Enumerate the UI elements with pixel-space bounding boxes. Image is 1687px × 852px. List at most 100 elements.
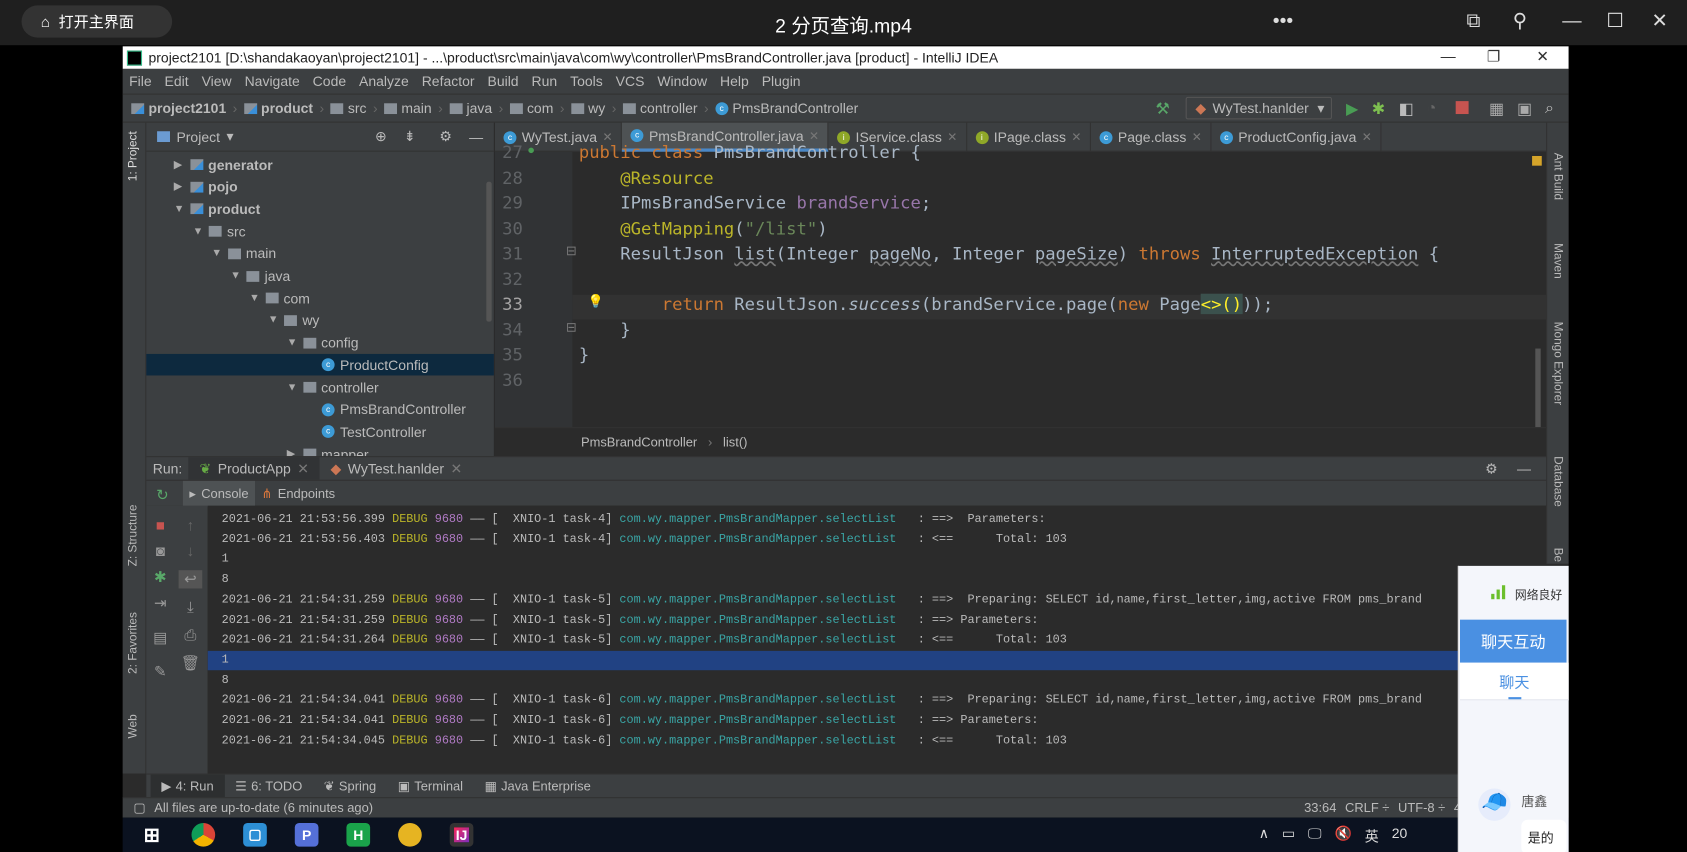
- debug-icon[interactable]: ✱: [1372, 99, 1386, 118]
- tree-item-controller[interactable]: ▼ controller: [146, 377, 494, 399]
- editor-scrollbar[interactable]: [1535, 348, 1541, 435]
- project-view-select[interactable]: Project: [176, 129, 220, 145]
- breadcrumb-item[interactable]: java: [449, 100, 492, 116]
- up-icon[interactable]: ↑: [179, 516, 203, 533]
- close-icon[interactable]: ✕: [1192, 130, 1202, 144]
- code-line[interactable]: public class PmsBrandController {: [579, 142, 921, 162]
- clear-icon[interactable]: 🗑: [179, 654, 203, 672]
- maven-tool-button[interactable]: Maven: [1551, 243, 1564, 279]
- console-output[interactable]: 2021-06-21 21:53:56.399 DEBUG 9680 —— [ …: [207, 505, 1547, 774]
- tool-java-enterprise[interactable]: ▦ Java Enterprise: [474, 774, 602, 798]
- code-line[interactable]: IPmsBrandService brandService;: [579, 193, 931, 213]
- volume-mute-icon[interactable]: 🔇: [1334, 825, 1351, 845]
- menu-code[interactable]: Code: [313, 73, 346, 89]
- bean-gutter-icon[interactable]: ●: [527, 142, 535, 157]
- caret-position[interactable]: 33:64: [1304, 800, 1336, 815]
- locate-icon[interactable]: ⊕: [375, 128, 387, 145]
- scroll-to-end-icon[interactable]: ⤓: [179, 598, 203, 616]
- exit-icon[interactable]: ⇥: [148, 594, 172, 612]
- run-tab-productapp[interactable]: ❦ ProductApp ✕: [188, 456, 320, 481]
- window-close-button[interactable]: ✕: [1536, 47, 1549, 65]
- hide-icon[interactable]: —: [1517, 460, 1531, 476]
- log-line[interactable]: 2021-06-21 21:54:34.041 DEBUG 9680 —— [ …: [222, 691, 1422, 710]
- log-line[interactable]: 2021-06-21 21:54:31.259 DEBUG 9680 —— [ …: [222, 590, 1422, 609]
- menu-run[interactable]: Run: [532, 73, 558, 89]
- intellij-taskbar-icon[interactable]: IJ: [449, 822, 474, 847]
- chat-app-icon[interactable]: [398, 822, 422, 847]
- down-icon[interactable]: ↓: [179, 542, 203, 559]
- pin-icon[interactable]: ⚲: [1513, 10, 1527, 33]
- tool--todo[interactable]: ☰ 6: TODO: [224, 774, 313, 798]
- menu-view[interactable]: View: [202, 73, 232, 89]
- log-line[interactable]: 1: [222, 550, 229, 569]
- breadcrumb-item[interactable]: com: [509, 100, 553, 116]
- tab-ipage-class[interactable]: i IPage.class ✕: [967, 122, 1092, 152]
- tree-item-productconfig[interactable]: c ProductConfig: [146, 354, 494, 376]
- tree-item-pojo[interactable]: ▶ pojo: [146, 176, 494, 198]
- tree-item-generator[interactable]: ▶ generator: [146, 154, 494, 176]
- tool--run[interactable]: ▶ 4: Run: [150, 774, 225, 798]
- minimize-icon[interactable]: —: [1562, 10, 1581, 33]
- crumb-class[interactable]: PmsBrandController: [581, 435, 697, 450]
- rerun-icon[interactable]: ↻: [151, 486, 175, 504]
- layout-icon[interactable]: ▤: [148, 628, 172, 646]
- crumb-method[interactable]: list(): [723, 435, 747, 450]
- tree-item-product[interactable]: ▼ product: [146, 198, 494, 220]
- breadcrumb-item[interactable]: c PmsBrandController: [715, 100, 858, 116]
- gear-icon[interactable]: ⚙: [439, 128, 452, 145]
- tool-spring[interactable]: ❦ Spring: [313, 774, 387, 798]
- close-icon[interactable]: ✕: [947, 130, 957, 144]
- pin-icon[interactable]: ✎: [148, 663, 172, 681]
- terminal-window-icon[interactable]: ▣: [1517, 99, 1532, 118]
- code-line[interactable]: @GetMapping("/list"): [579, 218, 827, 238]
- dump-threads-icon[interactable]: ◙: [148, 542, 172, 559]
- project-tool-button[interactable]: 1: Project: [127, 131, 140, 181]
- tree-item-testcontroller[interactable]: c TestController: [146, 421, 494, 443]
- soft-wrap-icon[interactable]: ↩: [178, 570, 203, 589]
- log-line[interactable]: 8: [222, 570, 229, 589]
- breadcrumb-item[interactable]: product: [243, 100, 313, 116]
- run-configuration-select[interactable]: ◆ WyTest.hanlder ▾: [1185, 96, 1332, 120]
- stop-icon[interactable]: ■: [148, 516, 172, 533]
- window-minimize-button[interactable]: —: [1441, 47, 1456, 64]
- project-structure-icon[interactable]: ▦: [1489, 99, 1504, 118]
- more-icon[interactable]: •••: [1273, 10, 1293, 33]
- breadcrumb-item[interactable]: controller: [622, 100, 698, 116]
- close-icon[interactable]: ✕: [1652, 10, 1668, 33]
- p-app-icon[interactable]: P: [294, 822, 319, 847]
- endpoints-tab[interactable]: ⋔ Endpoints: [255, 480, 342, 506]
- console-tab[interactable]: ▸ Console: [182, 480, 256, 507]
- log-line[interactable]: 2021-06-21 21:53:56.403 DEBUG 9680 —— [ …: [222, 530, 1067, 549]
- database-tool-button[interactable]: Database: [1551, 456, 1564, 507]
- fold-icon[interactable]: ⊟: [566, 319, 577, 334]
- file-encoding[interactable]: UTF-8 ÷: [1398, 800, 1445, 815]
- stop-icon[interactable]: [1455, 101, 1469, 115]
- tree-item-wy[interactable]: ▼ wy: [146, 310, 494, 332]
- ant-build-tool-button[interactable]: Ant Build: [1551, 153, 1564, 200]
- bean-tool-button[interactable]: Be: [1551, 548, 1564, 562]
- chrome-icon[interactable]: [191, 822, 216, 847]
- windows-start-icon[interactable]: ⊞: [140, 823, 164, 847]
- log-line[interactable]: 2021-06-21 21:54:34.041 DEBUG 9680 —— [ …: [222, 711, 1046, 730]
- close-icon[interactable]: ✕: [297, 460, 309, 477]
- project-scrollbar[interactable]: [486, 181, 492, 322]
- tab-page-class[interactable]: c Page.class ✕: [1091, 122, 1212, 152]
- tree-item-pmsbrandcontroller[interactable]: c PmsBrandController: [146, 399, 494, 421]
- network-icon[interactable]: 🖵: [1308, 825, 1321, 845]
- search-icon[interactable]: ⌕: [1545, 99, 1554, 117]
- hide-icon[interactable]: —: [469, 129, 483, 145]
- run-tab-wytest[interactable]: ◆ WyTest.hanlder ✕: [320, 457, 473, 481]
- log-line[interactable]: 2021-06-21 21:54:34.045 DEBUG 9680 —— [ …: [222, 731, 1067, 750]
- gear-icon[interactable]: ⚙: [1485, 460, 1498, 477]
- tool-terminal[interactable]: ▣ Terminal: [387, 774, 474, 798]
- app-icon[interactable]: ▢: [243, 822, 267, 847]
- log-line[interactable]: 2021-06-21 21:54:31.264 DEBUG 9680 —— [ …: [222, 631, 1067, 650]
- tree-item-src[interactable]: ▼ src: [146, 221, 494, 243]
- favorites-tool-button[interactable]: 2: Favorites: [127, 612, 140, 674]
- chevron-up-icon[interactable]: ∧: [1259, 825, 1269, 845]
- menu-window[interactable]: Window: [657, 73, 707, 89]
- breadcrumb-item[interactable]: src: [330, 100, 367, 116]
- tree-item-main[interactable]: ▼ main: [146, 243, 494, 265]
- clock[interactable]: 20: [1392, 825, 1408, 845]
- breadcrumb-item[interactable]: project2101: [131, 100, 226, 116]
